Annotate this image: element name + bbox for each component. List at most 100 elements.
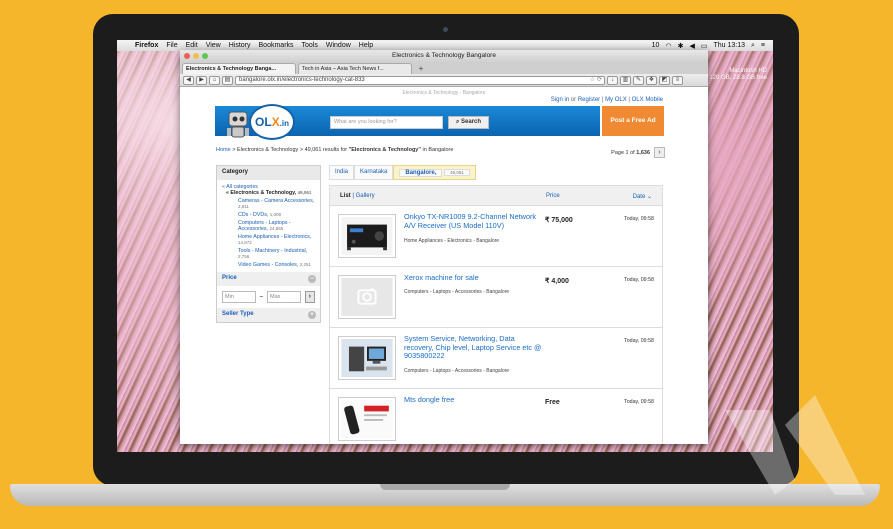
menubar-clock[interactable]: Thu 13:13 [713,42,745,49]
search-button[interactable]: ⌕ Search [448,116,489,129]
pager: Page 1 of 1,636 › [611,147,665,158]
home-icon[interactable]: ⌂ [209,75,220,85]
listing-item[interactable]: Xerox machine for sale Computers - Lapto… [329,267,663,328]
listing-thumbnail[interactable] [338,214,396,258]
menu-app[interactable]: Firefox [135,42,158,49]
battery-icon[interactable]: ▭ [701,42,708,50]
price-go-button[interactable]: › [304,291,315,303]
sign-in-link[interactable]: Sign in [551,97,569,103]
spotlight-icon[interactable]: ⌕ [751,42,755,50]
zoom-window-icon[interactable] [202,53,208,59]
menu-bookmarks[interactable]: Bookmarks [259,42,294,49]
breadcrumb-home[interactable]: Home [216,147,231,153]
price-filter-toggle[interactable]: Price − [217,272,320,286]
wifi-icon[interactable]: ◠ [665,42,671,50]
subcategory-cds[interactable]: CDs - DVDs, 1,009 [238,212,315,218]
list-view-tab[interactable]: List [340,193,351,199]
browser-titlebar: Electronics & Technology Bangalore [180,50,708,62]
computer-image [341,339,393,377]
subcategory-tools[interactable]: Tools - Machinery - Industrial, 2,756 [238,248,315,260]
screen: Firefox File Edit View History Bookmarks… [117,40,773,452]
library-icon[interactable]: ▥ [620,75,631,85]
back-icon[interactable]: ◀ [183,75,194,85]
menu-tools[interactable]: Tools [302,42,318,49]
camera-placeholder-icon [341,278,393,316]
listing-title[interactable]: System Service, Networking, Data recover… [404,334,544,361]
listing-item[interactable]: System Service, Networking, Data recover… [329,328,663,389]
post-free-ad-button[interactable]: Post a Free Ad [602,106,664,136]
listing-date: Today, 09:58 [624,277,654,283]
subcategory-home-appliances[interactable]: Home Appliances - Electronics, 14,872 [238,234,315,246]
feed-icon[interactable]: ◩ [659,75,670,85]
listing-title[interactable]: Onkyo TX-NR1009 9.2-Channel Network A/V … [404,212,544,230]
listing-price: Free [545,399,560,406]
search-icon: ⌕ [455,119,460,125]
download-icon[interactable]: ↓ [607,75,618,85]
forward-icon[interactable]: ▶ [196,75,207,85]
next-page-button[interactable]: › [654,147,665,158]
url-bar[interactable]: bangalore.olx.in/electronics-technology-… [235,75,605,85]
tab-strip: Electronics & Technology Banga... Tech i… [180,62,708,74]
breadcrumb: Home > Electronics & Technology > 49,061… [216,147,454,153]
menu-window[interactable]: Window [326,42,351,49]
listing-thumbnail[interactable] [338,275,396,319]
menu-history[interactable]: History [229,42,251,49]
expand-icon: + [308,311,316,319]
my-olx-link[interactable]: My OLX [605,97,627,103]
sort-by-price[interactable]: Price [546,193,560,199]
register-link[interactable]: Register [578,97,600,103]
volume-icon[interactable]: ◀ [689,42,694,50]
listing-item[interactable]: Mts dongle free Free Today, 09:58 [329,389,663,444]
subcategory-cameras[interactable]: Cameras - Camera Accessories, 3,911 [238,198,315,210]
bookmark-icon[interactable]: ▤ [222,75,233,85]
listing-date: Today, 09:58 [624,216,654,222]
desktop-disk-label[interactable]: Macintosh HD 120 GB, 28.8 GB free [709,68,767,82]
subcategory-computers[interactable]: Computers - Laptops - Accessories, 24,85… [238,220,315,232]
listing-item[interactable]: Onkyo TX-NR1009 9.2-Channel Network A/V … [329,206,663,267]
tools-icon[interactable]: ✎ [633,75,644,85]
current-category: « Electronics & Technology, 49,061 [226,190,312,196]
location-karnataka[interactable]: Karnataka [354,165,394,180]
breadcrumb-category: Electronics & Technology [236,147,299,153]
menu-help[interactable]: Help [359,42,373,49]
minimize-window-icon[interactable] [193,53,199,59]
gallery-view-tab[interactable]: Gallery [356,193,375,199]
subcategory-video-games[interactable]: Video Games - Consoles, 2,251 [238,262,315,268]
close-window-icon[interactable] [184,53,190,59]
listing-title[interactable]: Xerox machine for sale [404,273,544,283]
menu-file[interactable]: File [166,42,177,49]
category-filter: Category « All categories « Electronics … [216,165,321,323]
search-input[interactable]: What are you looking for? [330,116,443,129]
location-crumbs: India Karnataka Bangalore, 49,061 [329,165,663,180]
sort-by-date[interactable]: Date ⌄ [633,193,652,200]
category-title: Category [217,166,320,180]
price-min-input[interactable]: Min [222,291,256,303]
results-location: in Bangalore [422,147,454,153]
location-india[interactable]: India [329,165,355,180]
tab-olx[interactable]: Electronics & Technology Banga... [182,63,296,74]
seller-type-toggle[interactable]: Seller Type + [217,308,320,322]
collapse-icon: − [308,275,316,283]
top-crumb: Electronics & Technology - Bangalore [402,90,486,96]
or-text: or [570,97,577,103]
bluetooth-icon[interactable]: ✱ [678,42,684,50]
new-tab-icon[interactable]: + [414,64,428,74]
results-query: "Electronics & Technology" [348,147,421,153]
disk-info: 120 GB, 28.8 GB free [709,75,767,81]
menu-view[interactable]: View [206,42,221,49]
menu-icon[interactable]: ≡ [672,75,683,85]
listing-thumbnail[interactable] [338,397,396,441]
account-links: Sign in or Register | My OLX | OLX Mobil… [550,97,663,103]
menu-edit[interactable]: Edit [186,42,198,49]
listing-thumbnail[interactable] [338,336,396,380]
addon-icon[interactable]: ❖ [646,75,657,85]
reload-icon[interactable]: ☆ ⟳ [590,77,602,84]
olx-mobile-link[interactable]: OLX Mobile [632,97,663,103]
olx-logo[interactable]: OLX.in [225,104,295,140]
listing-price: ₹ 4,000 [545,278,569,285]
tab-techinasia[interactable]: Tech in Asia – Asia Tech News f... [298,63,412,74]
listing-title[interactable]: Mts dongle free [404,395,544,405]
notifications-icon[interactable]: ≡ [761,42,765,49]
price-max-input[interactable]: Max [267,291,301,303]
status-count[interactable]: 10 [652,42,660,49]
